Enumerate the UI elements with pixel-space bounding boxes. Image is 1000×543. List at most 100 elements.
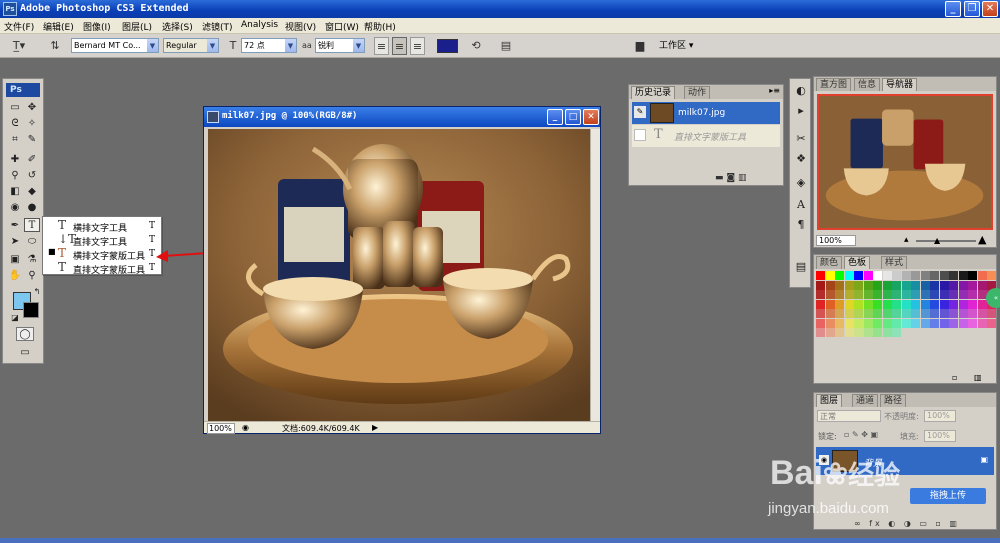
doc-close-button[interactable]: ✕ (583, 109, 599, 125)
new-swatch-icon[interactable]: ▫ (952, 373, 957, 382)
history-snapshot-row[interactable]: ✎ milk07.jpg (632, 102, 780, 124)
swatch[interactable] (958, 299, 968, 309)
swatch[interactable] (939, 318, 949, 328)
swatch[interactable] (920, 280, 930, 290)
swatch[interactable] (901, 290, 911, 299)
swatch[interactable] (939, 280, 949, 290)
swatch[interactable] (844, 280, 854, 290)
crop-tool-icon[interactable]: ⌗ (7, 133, 23, 147)
maximize-button[interactable]: ❐ (964, 1, 980, 17)
swatch[interactable] (968, 290, 977, 299)
swatch[interactable] (930, 280, 939, 290)
screen-mode-icon[interactable]: ▭ (16, 346, 34, 360)
swatch[interactable] (863, 280, 873, 290)
swatch[interactable] (987, 328, 996, 337)
brushes-icon[interactable]: ◐ (793, 83, 809, 99)
swatch[interactable] (873, 318, 882, 328)
swatch[interactable] (816, 290, 825, 299)
menu-analysis[interactable]: Analysis (241, 20, 278, 30)
healing-brush-icon[interactable]: ✚ (7, 153, 23, 167)
menu-layer[interactable]: 图层(L) (122, 20, 152, 33)
swatch[interactable] (977, 318, 987, 328)
swatch[interactable] (854, 271, 863, 280)
swatch[interactable] (911, 318, 920, 328)
swatch[interactable] (949, 328, 958, 337)
swatch[interactable] (882, 318, 892, 328)
info-icon[interactable]: ▤ (793, 259, 809, 275)
clone-source-icon[interactable]: ◈ (793, 175, 809, 191)
swatch[interactable] (949, 271, 958, 280)
swatch[interactable] (892, 290, 901, 299)
swatch[interactable] (920, 290, 930, 299)
swatch[interactable] (863, 271, 873, 280)
swatch[interactable] (987, 271, 996, 280)
dodge-tool-icon[interactable]: ● (24, 201, 40, 215)
blend-mode-select[interactable]: 正常 (817, 410, 881, 422)
swatch[interactable] (816, 328, 825, 337)
flyout-vertical-type-mask[interactable]: T 直排文字蒙版工具 T (43, 260, 161, 276)
swatch[interactable] (949, 309, 958, 318)
swatch[interactable] (968, 318, 977, 328)
opacity-field[interactable]: 100% (924, 410, 956, 422)
menu-help[interactable]: 帮助(H) (364, 20, 396, 33)
quick-mask-icon[interactable]: ◯ (16, 327, 34, 341)
swatch[interactable] (816, 318, 825, 328)
lock-icons[interactable]: ▫ ✎ ✥ ▣ (844, 430, 878, 439)
swatch[interactable] (977, 280, 987, 290)
swatch[interactable] (844, 299, 854, 309)
swatch[interactable] (939, 290, 949, 299)
swatch[interactable] (844, 271, 854, 280)
swatch[interactable] (911, 309, 920, 318)
swatch[interactable] (873, 280, 882, 290)
history-step-row[interactable]: T 直排文字蒙版工具 (632, 125, 780, 147)
tools-icon[interactable]: ✂ (793, 131, 809, 147)
swatch[interactable] (882, 328, 892, 337)
swatch[interactable] (825, 299, 835, 309)
swatch[interactable] (920, 309, 930, 318)
file-browser-icon[interactable]: ▆ (631, 37, 649, 55)
swatch[interactable] (825, 290, 835, 299)
swatch[interactable] (901, 309, 911, 318)
font-family-select[interactable]: Bernard MT Co... ▼ (71, 38, 159, 53)
swatch[interactable] (958, 271, 968, 280)
swatch[interactable] (844, 290, 854, 299)
swatch[interactable] (939, 299, 949, 309)
swatch[interactable] (949, 299, 958, 309)
tab-navigator[interactable]: 导航器 (882, 78, 918, 91)
swatch[interactable] (977, 309, 987, 318)
swatch[interactable] (911, 290, 920, 299)
camera-icon[interactable]: ◙ (726, 173, 735, 183)
menu-window[interactable]: 窗口(W) (325, 20, 359, 33)
swatch[interactable] (958, 280, 968, 290)
swatch[interactable] (835, 309, 844, 318)
swatch[interactable] (835, 318, 844, 328)
swatch[interactable] (968, 280, 977, 290)
swatch[interactable] (825, 328, 835, 337)
swatch[interactable] (873, 290, 882, 299)
magic-wand-tool-icon[interactable]: ✧ (24, 117, 40, 131)
zoom-field[interactable]: 100% (207, 423, 235, 434)
history-brush-icon[interactable]: ↺ (24, 169, 40, 183)
path-selection-icon[interactable]: ➤ (7, 235, 23, 249)
tab-color[interactable]: 颜色 (816, 256, 843, 269)
swap-colors-icon[interactable]: ↰ (29, 285, 45, 299)
swatch[interactable] (901, 271, 911, 280)
swatch[interactable] (939, 271, 949, 280)
eraser-tool-icon[interactable]: ◧ (7, 185, 23, 199)
swatch[interactable] (930, 309, 939, 318)
tab-styles[interactable]: 样式 (881, 256, 908, 269)
swatch[interactable] (816, 271, 825, 280)
swatch[interactable] (920, 299, 930, 309)
swatch[interactable] (892, 271, 901, 280)
swatch[interactable] (968, 309, 977, 318)
shape-tool-icon[interactable]: ⬭ (24, 235, 40, 249)
flyout-vertical-type[interactable]: ↓T 直排文字工具 T (43, 232, 161, 248)
swatch[interactable] (882, 271, 892, 280)
swatch[interactable] (844, 328, 854, 337)
swatch[interactable] (930, 318, 939, 328)
align-right-button[interactable]: ≡ (410, 37, 425, 55)
swatch[interactable] (882, 309, 892, 318)
tab-info[interactable]: 信息 (854, 78, 881, 91)
menu-file[interactable]: 文件(F) (4, 20, 34, 33)
hand-tool-icon[interactable]: ✋ (7, 269, 23, 283)
